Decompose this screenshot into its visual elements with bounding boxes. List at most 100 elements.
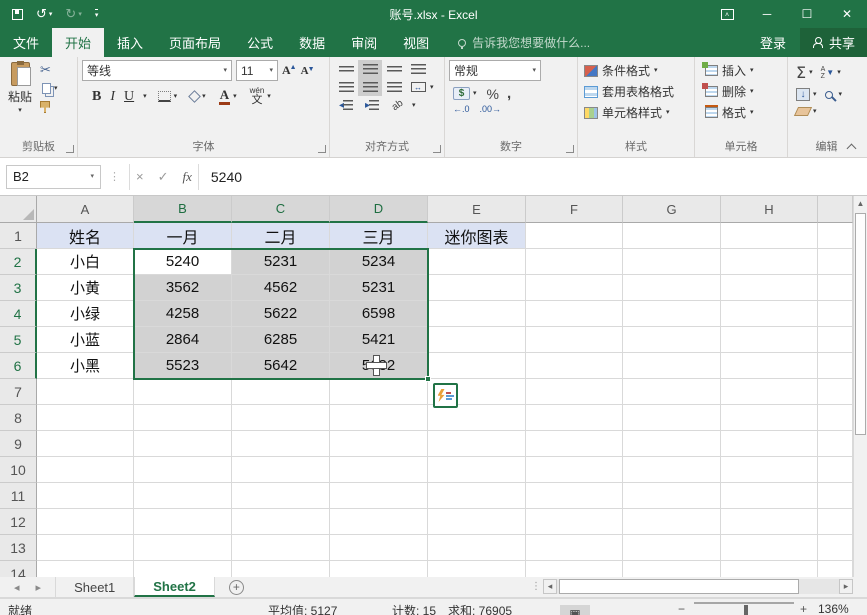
column-header-B[interactable]: B: [134, 196, 232, 223]
previous-sheet-icon[interactable]: ◂: [14, 581, 20, 594]
cell-G1[interactable]: [623, 223, 721, 249]
column-header-I[interactable]: [818, 196, 853, 223]
underline-dropdown-icon[interactable]: ▾: [143, 93, 147, 100]
cut-icon[interactable]: ✂: [40, 63, 60, 76]
row-header-6[interactable]: 6: [0, 353, 37, 379]
row-header-2[interactable]: 2: [0, 249, 37, 275]
cell-D14[interactable]: [330, 561, 428, 577]
cell-I9[interactable]: [818, 431, 853, 457]
maximize-button[interactable]: ☐: [787, 0, 827, 28]
cell-B5[interactable]: 2864: [134, 327, 232, 353]
zoom-slider-thumb[interactable]: [744, 605, 748, 615]
cell-I14[interactable]: [818, 561, 853, 577]
tab-page-layout[interactable]: 页面布局: [156, 28, 234, 57]
percent-style-button[interactable]: %: [487, 86, 499, 102]
confirm-entry-icon[interactable]: ✓: [158, 169, 169, 185]
column-header-G[interactable]: G: [623, 196, 721, 223]
cell-A14[interactable]: [37, 561, 134, 577]
cell-H8[interactable]: [721, 405, 818, 431]
cell-C9[interactable]: [232, 431, 330, 457]
cell-B2[interactable]: 5240: [134, 249, 232, 275]
cell-H11[interactable]: [721, 483, 818, 509]
cell-C3[interactable]: 4562: [232, 275, 330, 301]
cell-G14[interactable]: [623, 561, 721, 577]
cell-H14[interactable]: [721, 561, 818, 577]
merge-center-button[interactable]: ↔: [406, 78, 430, 96]
copy-button[interactable]: ▾: [40, 82, 60, 95]
cell-F7[interactable]: [526, 379, 623, 405]
cell-D13[interactable]: [330, 535, 428, 561]
cell-C14[interactable]: [232, 561, 330, 577]
cell-C8[interactable]: [232, 405, 330, 431]
middle-align-button[interactable]: [358, 60, 382, 78]
increase-indent-button[interactable]: ▸: [360, 96, 384, 114]
cell-A9[interactable]: [37, 431, 134, 457]
number-dialog-launcher-icon[interactable]: [566, 145, 574, 153]
cell-B14[interactable]: [134, 561, 232, 577]
save-icon[interactable]: [12, 9, 23, 20]
cell-H6[interactable]: [721, 353, 818, 379]
zoom-in-button[interactable]: +: [800, 602, 807, 615]
cell-B11[interactable]: [134, 483, 232, 509]
clipboard-dialog-launcher-icon[interactable]: [66, 145, 74, 153]
row-header-12[interactable]: 12: [0, 509, 37, 535]
clear-button[interactable]: ▾: [794, 106, 819, 117]
undo-button[interactable]: ↺▾: [36, 6, 52, 22]
scroll-right-icon[interactable]: ▸: [839, 579, 853, 594]
redo-dropdown-icon[interactable]: ▾: [78, 11, 82, 18]
tab-data[interactable]: 数据: [286, 28, 338, 57]
zoom-out-button[interactable]: −: [678, 602, 685, 615]
quick-analysis-button[interactable]: [433, 383, 458, 408]
cell-F10[interactable]: [526, 457, 623, 483]
cell-B10[interactable]: [134, 457, 232, 483]
row-header-3[interactable]: 3: [0, 275, 37, 301]
cell-H4[interactable]: [721, 301, 818, 327]
cell-E9[interactable]: [428, 431, 526, 457]
formula-input[interactable]: 5240: [199, 169, 242, 185]
select-all-corner[interactable]: [0, 196, 37, 223]
borders-button[interactable]: ▾: [156, 90, 180, 103]
cell-C2[interactable]: 5231: [232, 249, 330, 275]
next-sheet-icon[interactable]: ▸: [36, 581, 42, 594]
row-header-8[interactable]: 8: [0, 405, 37, 431]
share-button[interactable]: 共享: [800, 28, 867, 57]
row-header-7[interactable]: 7: [0, 379, 37, 405]
cell-F2[interactable]: [526, 249, 623, 275]
cell-A10[interactable]: [37, 457, 134, 483]
cell-B9[interactable]: [134, 431, 232, 457]
cell-E14[interactable]: [428, 561, 526, 577]
cell-E1[interactable]: 迷你图表: [428, 223, 526, 249]
cell-G3[interactable]: [623, 275, 721, 301]
column-header-E[interactable]: E: [428, 196, 526, 223]
cell-G12[interactable]: [623, 509, 721, 535]
cell-A3[interactable]: 小黄: [37, 275, 134, 301]
cell-E4[interactable]: [428, 301, 526, 327]
cell-H5[interactable]: [721, 327, 818, 353]
scroll-up-icon[interactable]: ▲: [854, 196, 867, 211]
cell-D11[interactable]: [330, 483, 428, 509]
cell-G13[interactable]: [623, 535, 721, 561]
format-cells-button[interactable]: 格式▾: [699, 102, 783, 123]
cell-C6[interactable]: 5642: [232, 353, 330, 379]
cell-I10[interactable]: [818, 457, 853, 483]
cell-G7[interactable]: [623, 379, 721, 405]
sheet-tab-sheet1[interactable]: Sheet1: [56, 577, 134, 597]
cell-G8[interactable]: [623, 405, 721, 431]
cell-H1[interactable]: [721, 223, 818, 249]
cell-G5[interactable]: [623, 327, 721, 353]
tab-home[interactable]: 开始: [52, 28, 104, 57]
cell-B12[interactable]: [134, 509, 232, 535]
cell-F13[interactable]: [526, 535, 623, 561]
cell-H9[interactable]: [721, 431, 818, 457]
tab-view[interactable]: 视图: [390, 28, 442, 57]
row-header-9[interactable]: 9: [0, 431, 37, 457]
cell-D1[interactable]: 三月: [330, 223, 428, 249]
align-left-button[interactable]: [334, 78, 358, 96]
cell-A1[interactable]: 姓名: [37, 223, 134, 249]
cell-D9[interactable]: [330, 431, 428, 457]
grow-font-button[interactable]: A▲: [282, 63, 297, 78]
row-header-4[interactable]: 4: [0, 301, 37, 327]
cell-B3[interactable]: 3562: [134, 275, 232, 301]
column-header-H[interactable]: H: [721, 196, 818, 223]
cell-D3[interactable]: 5231: [330, 275, 428, 301]
